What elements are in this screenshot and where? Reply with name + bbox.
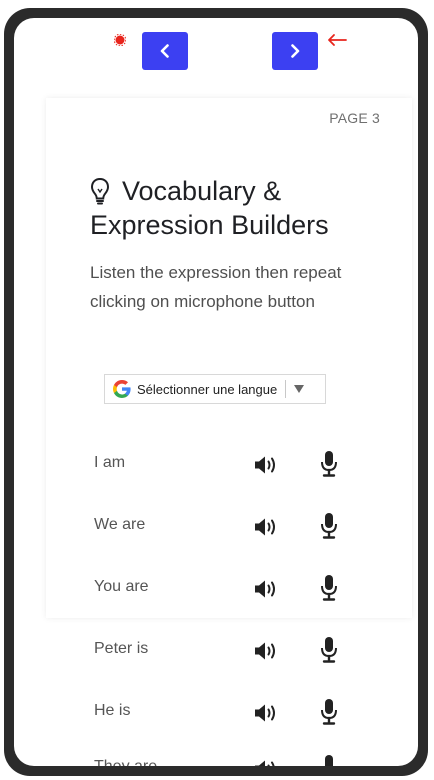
expression-row: I am	[94, 444, 394, 484]
speaker-icon[interactable]	[254, 758, 280, 766]
annotation-click-marker-icon	[114, 34, 126, 46]
app-screen: PAGE 3 Vocabulary & Expression Builders …	[14, 18, 418, 766]
speaker-icon[interactable]	[254, 640, 280, 662]
instructions-text: Listen the expression then repeat clicki…	[90, 263, 342, 311]
microphone-icon[interactable]	[320, 574, 338, 602]
expression-text: I am	[94, 454, 126, 471]
page-number-label: PAGE 3	[329, 110, 380, 126]
annotation-arrow-icon	[328, 34, 347, 46]
page-title: Vocabulary & Expression Builders	[90, 174, 390, 242]
microphone-icon[interactable]	[320, 754, 338, 766]
expression-text: They are	[94, 758, 157, 766]
chevron-right-icon	[291, 44, 300, 58]
previous-page-button[interactable]	[142, 32, 188, 70]
expression-text: You are	[94, 578, 149, 595]
dropdown-arrow-icon	[294, 385, 305, 393]
microphone-icon[interactable]	[320, 698, 338, 726]
expression-text: He is	[94, 702, 131, 719]
expression-row: We are	[94, 506, 394, 546]
expression-row: He is	[94, 692, 394, 732]
language-selector-label: Sélectionner une langue	[137, 381, 278, 397]
expression-text: We are	[94, 516, 146, 533]
device-frame: PAGE 3 Vocabulary & Expression Builders …	[4, 8, 428, 776]
expression-row: They are	[94, 748, 394, 766]
expression-text: Peter is	[94, 640, 149, 657]
title-line-1: Vocabulary &	[122, 176, 282, 206]
microphone-icon[interactable]	[320, 450, 338, 478]
expression-row: Peter is	[94, 630, 394, 670]
speaker-icon[interactable]	[254, 578, 280, 600]
language-selector[interactable]: Sélectionner une langue	[104, 374, 326, 404]
language-selector-divider	[285, 380, 287, 398]
expression-row: You are	[94, 568, 394, 608]
title-line-2: Expression Builders	[90, 210, 329, 240]
chevron-left-icon	[160, 44, 169, 58]
google-logo-icon	[113, 380, 131, 398]
next-page-button[interactable]	[272, 32, 318, 70]
speaker-icon[interactable]	[254, 454, 280, 476]
microphone-icon[interactable]	[320, 636, 338, 664]
speaker-icon[interactable]	[254, 516, 280, 538]
lightbulb-icon	[90, 177, 110, 205]
speaker-icon[interactable]	[254, 702, 280, 724]
microphone-icon[interactable]	[320, 512, 338, 540]
